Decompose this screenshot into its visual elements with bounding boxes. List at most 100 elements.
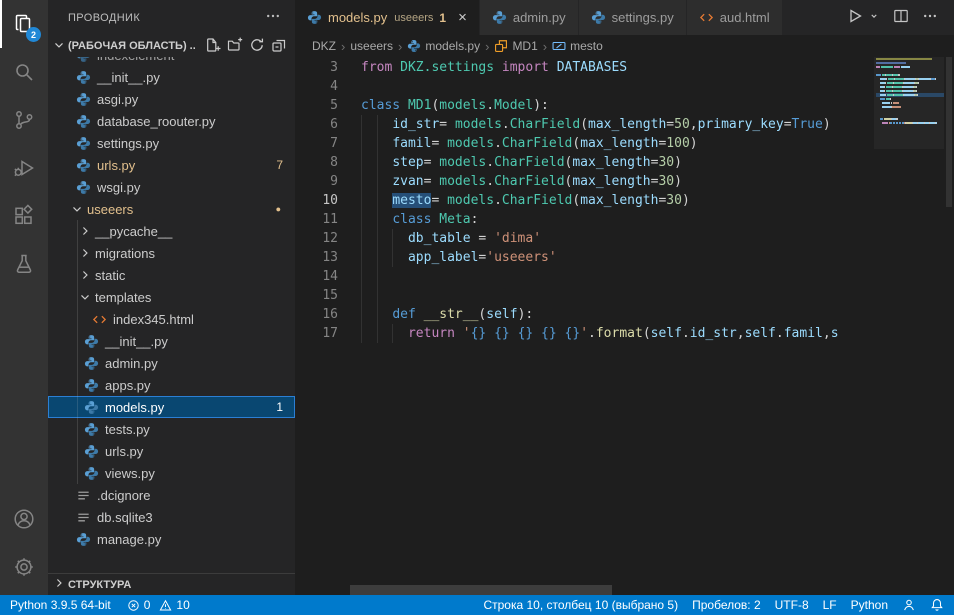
line-number: 4 <box>295 77 338 96</box>
tree-file-index345.html[interactable]: index345.html <box>48 308 295 330</box>
code-line[interactable]: app_label='useeers' <box>361 248 557 267</box>
tab-admin.py[interactable]: admin.py <box>480 0 579 35</box>
tree-file-database_roouter.py[interactable]: database_roouter.py <box>48 110 295 132</box>
python-icon <box>407 39 421 53</box>
status-language-mode[interactable]: Python <box>851 598 888 612</box>
python-icon <box>76 136 91 151</box>
status-problems[interactable]: 010 <box>127 598 190 612</box>
minimap[interactable] <box>874 57 944 585</box>
breadcrumb-item-MD1[interactable]: MD1 <box>494 39 537 53</box>
code-line[interactable]: from DKZ.settings import DATABASES <box>361 58 627 77</box>
new-folder-button[interactable] <box>227 37 243 56</box>
line-number: 13 <box>295 248 338 267</box>
breadcrumb-item-useeers[interactable]: useeers <box>350 39 393 53</box>
status-python-version[interactable]: Python 3.9.5 64-bit <box>10 598 111 612</box>
tree-item-label: migrations <box>95 246 155 261</box>
tree-folder-static[interactable]: static <box>48 264 295 286</box>
tree-file-urls.py[interactable]: urls.py <box>48 440 295 462</box>
tree-file-__init__.py[interactable]: __init__.py <box>48 66 295 88</box>
activity-extensions[interactable] <box>0 192 48 240</box>
minimap-slider[interactable] <box>874 57 944 149</box>
code-line[interactable]: class Meta: <box>361 210 478 229</box>
tree-file-settings.py[interactable]: settings.py <box>48 132 295 154</box>
status-encoding[interactable]: UTF-8 <box>775 598 809 612</box>
breadcrumb-label: DKZ <box>312 39 336 53</box>
refresh-icon <box>249 37 265 53</box>
collapse-all-button[interactable] <box>271 37 287 56</box>
extensions-icon <box>12 204 36 228</box>
tree-file-urls.py[interactable]: urls.py7 <box>48 154 295 176</box>
tree-file-asgi.py[interactable]: asgi.py <box>48 88 295 110</box>
tree-file-models.py[interactable]: models.py1 <box>48 396 295 418</box>
status-eol[interactable]: LF <box>823 598 837 612</box>
activity-account[interactable] <box>0 495 48 543</box>
tree-file-.dcignore[interactable]: .dcignore <box>48 484 295 506</box>
python-icon <box>84 400 99 415</box>
views-more-actions-button[interactable] <box>265 8 281 27</box>
breadcrumb-separator: › <box>485 39 489 54</box>
line-number: 14 <box>295 267 338 286</box>
more-actions-button[interactable] <box>922 8 938 27</box>
tab-models.py[interactable]: models.pyuseeers1× <box>295 0 480 35</box>
symbol-class-icon <box>494 39 508 53</box>
split-editor-button[interactable] <box>893 8 909 27</box>
bell-icon <box>930 598 944 612</box>
tree-file-admin.py[interactable]: admin.py <box>48 352 295 374</box>
activity-settings[interactable] <box>0 543 48 591</box>
activity-testing[interactable] <box>0 240 48 288</box>
code-line[interactable]: step= models.CharField(max_length=30) <box>361 153 682 172</box>
status-notifications[interactable] <box>930 598 944 612</box>
code-line[interactable]: mesto= models.CharField(max_length=30) <box>361 191 690 210</box>
run-dropdown-button[interactable] <box>868 10 880 25</box>
breadcrumb-item-mesto[interactable]: mesto <box>552 39 603 53</box>
activity-source-control[interactable] <box>0 96 48 144</box>
code-line[interactable]: famil= models.CharField(max_length=100) <box>361 134 698 153</box>
tree-file-indexelement[interactable]: indexelement <box>48 57 295 66</box>
tree-file-views.py[interactable]: views.py <box>48 462 295 484</box>
code-editor[interactable]: 3from DKZ.settings import DATABASES45cla… <box>295 57 954 595</box>
tree-folder-templates[interactable]: templates <box>48 286 295 308</box>
tab-settings.py[interactable]: settings.py <box>579 0 687 35</box>
activity-explorer[interactable]: 2 <box>0 0 48 48</box>
tree-file-tests.py[interactable]: tests.py <box>48 418 295 440</box>
python-icon <box>76 114 91 129</box>
code-line[interactable]: id_str= models.CharField(max_length=50,p… <box>361 115 831 134</box>
tree-file-apps.py[interactable]: apps.py <box>48 374 295 396</box>
status-cursor-position[interactable]: Строка 10, столбец 10 (выбрано 5) <box>483 598 678 612</box>
activity-run-and-debug[interactable] <box>0 144 48 192</box>
status-label: Пробелов: 2 <box>692 598 761 612</box>
run-button[interactable] <box>847 8 863 27</box>
tree-file-wsgi.py[interactable]: wsgi.py <box>48 176 295 198</box>
status-feedback[interactable] <box>902 598 916 612</box>
problems-count-badge: 1 <box>276 400 283 414</box>
tree-folder-migrations[interactable]: migrations <box>48 242 295 264</box>
vertical-scrollbar[interactable] <box>944 57 954 585</box>
outline-section-header[interactable]: СТРУКТУРА <box>48 573 295 595</box>
code-line[interactable]: def __str__(self): <box>361 305 533 324</box>
code-line[interactable]: return '{} {} {} {} {}'.format(self.id_s… <box>361 324 839 343</box>
tree-folder-useeers[interactable]: useeers● <box>48 198 295 220</box>
tab-aud.html[interactable]: aud.html <box>687 0 783 35</box>
code-line[interactable]: class MD1(models.Model): <box>361 96 549 115</box>
tree-file-db.sqlite3[interactable]: db.sqlite3 <box>48 506 295 528</box>
breadcrumb-item-DKZ[interactable]: DKZ <box>312 39 336 53</box>
chevron-down-icon <box>78 290 92 304</box>
tree-file-manage.py[interactable]: manage.py <box>48 528 295 550</box>
new-file-button[interactable] <box>205 37 221 56</box>
activity-search[interactable] <box>0 48 48 96</box>
breadcrumb-label: MD1 <box>512 39 537 53</box>
horizontal-scrollbar[interactable] <box>350 585 612 595</box>
new-folder-icon <box>227 37 243 53</box>
status-indentation[interactable]: Пробелов: 2 <box>692 598 761 612</box>
tree-folder-__pycache__[interactable]: __pycache__ <box>48 220 295 242</box>
code-line[interactable]: db_table = 'dima' <box>361 229 541 248</box>
tree-item-label: views.py <box>105 466 155 481</box>
breadcrumb-item-models.py[interactable]: models.py <box>407 39 480 53</box>
refresh-button[interactable] <box>249 37 265 56</box>
workspace-section-header[interactable]: (РАБОЧАЯ ОБЛАСТЬ) ... <box>48 35 295 57</box>
tab-label: models.py <box>328 10 387 25</box>
code-line[interactable]: zvan= models.CharField(max_length=30) <box>361 172 682 191</box>
tree-file-__init__.py[interactable]: __init__.py <box>48 330 295 352</box>
python-icon <box>84 466 99 481</box>
close-icon[interactable]: × <box>458 10 467 25</box>
